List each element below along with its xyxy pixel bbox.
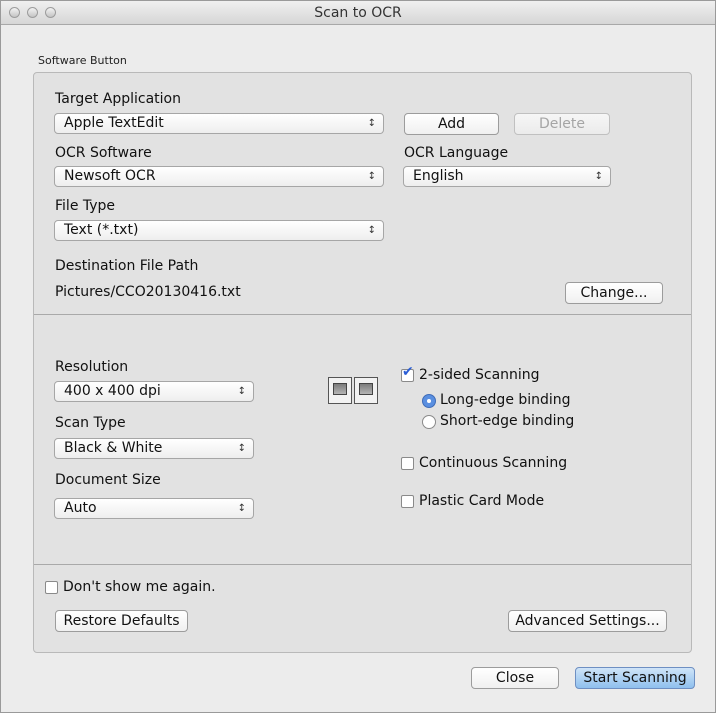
dont-show-checkbox[interactable] [45,581,58,594]
short-edge-radio[interactable] [422,415,436,429]
file-type-label: File Type [55,198,116,214]
target-application-select[interactable]: Apple TextEdit ↕ [54,113,384,134]
page-image-icon [333,383,347,395]
restore-defaults-button[interactable]: Restore Defaults [55,610,188,632]
document-size-select[interactable]: Auto ↕ [54,498,254,519]
popup-arrows-icon: ↕ [367,118,376,129]
advanced-settings-button[interactable]: Advanced Settings... [508,610,667,632]
ocr-software-label: OCR Software [55,145,152,161]
delete-button[interactable]: Delete [514,113,610,135]
popup-arrows-icon: ↕ [237,503,246,514]
destination-path: Pictures/CCO20130416.txt [55,284,241,300]
document-size-value: Auto [64,500,97,516]
two-sided-checkbox[interactable]: ✔ [401,364,414,382]
page-image-icon [359,383,373,395]
long-edge-label: Long-edge binding [440,392,571,408]
file-type-value: Text (*.txt) [64,222,139,238]
continuous-scanning-checkbox[interactable] [401,457,414,470]
file-type-select[interactable]: Text (*.txt) ↕ [54,220,384,241]
plastic-card-label: Plastic Card Mode [419,493,545,509]
short-edge-label: Short-edge binding [440,413,575,429]
plastic-card-checkbox[interactable] [401,495,414,508]
ocr-software-select[interactable]: Newsoft OCR ↕ [54,166,384,187]
start-scanning-button[interactable]: Start Scanning [575,667,695,689]
two-sided-pages-icon [328,376,380,406]
popup-arrows-icon: ↕ [237,386,246,397]
divider [34,564,691,565]
scan-to-ocr-window: Scan to OCR Software Button Target Appli… [0,0,716,713]
resolution-select[interactable]: 400 x 400 dpi ↕ [54,381,254,402]
window-title: Scan to OCR [314,5,402,21]
document-size-label: Document Size [55,472,161,488]
popup-arrows-icon: ↕ [367,225,376,236]
resolution-label: Resolution [55,359,129,375]
popup-arrows-icon: ↕ [594,171,603,182]
check-icon: ✔ [402,364,414,380]
page-back-icon [354,377,378,404]
title-bar: Scan to OCR [1,1,715,25]
target-application-value: Apple TextEdit [64,115,164,131]
page-front-icon [328,377,352,404]
scan-type-label: Scan Type [55,415,126,431]
continuous-scanning-label: Continuous Scanning [419,455,568,471]
radio-dot-icon [427,399,431,403]
section-label: Software Button [38,54,127,67]
scan-type-select[interactable]: Black & White ↕ [54,438,254,459]
divider [34,314,691,315]
target-application-label: Target Application [55,91,181,107]
long-edge-radio[interactable] [422,394,436,408]
resolution-value: 400 x 400 dpi [64,383,161,399]
add-button[interactable]: Add [404,113,499,135]
close-button[interactable]: Close [471,667,559,689]
destination-label: Destination File Path [55,258,199,274]
popup-arrows-icon: ↕ [237,443,246,454]
scan-type-value: Black & White [64,440,163,456]
two-sided-label: 2-sided Scanning [419,367,540,383]
change-button[interactable]: Change... [565,282,663,304]
ocr-language-value: English [413,168,464,184]
ocr-language-select[interactable]: English ↕ [403,166,611,187]
dont-show-label: Don't show me again. [63,579,216,595]
ocr-software-value: Newsoft OCR [64,168,156,184]
popup-arrows-icon: ↕ [367,171,376,182]
ocr-language-label: OCR Language [404,145,509,161]
